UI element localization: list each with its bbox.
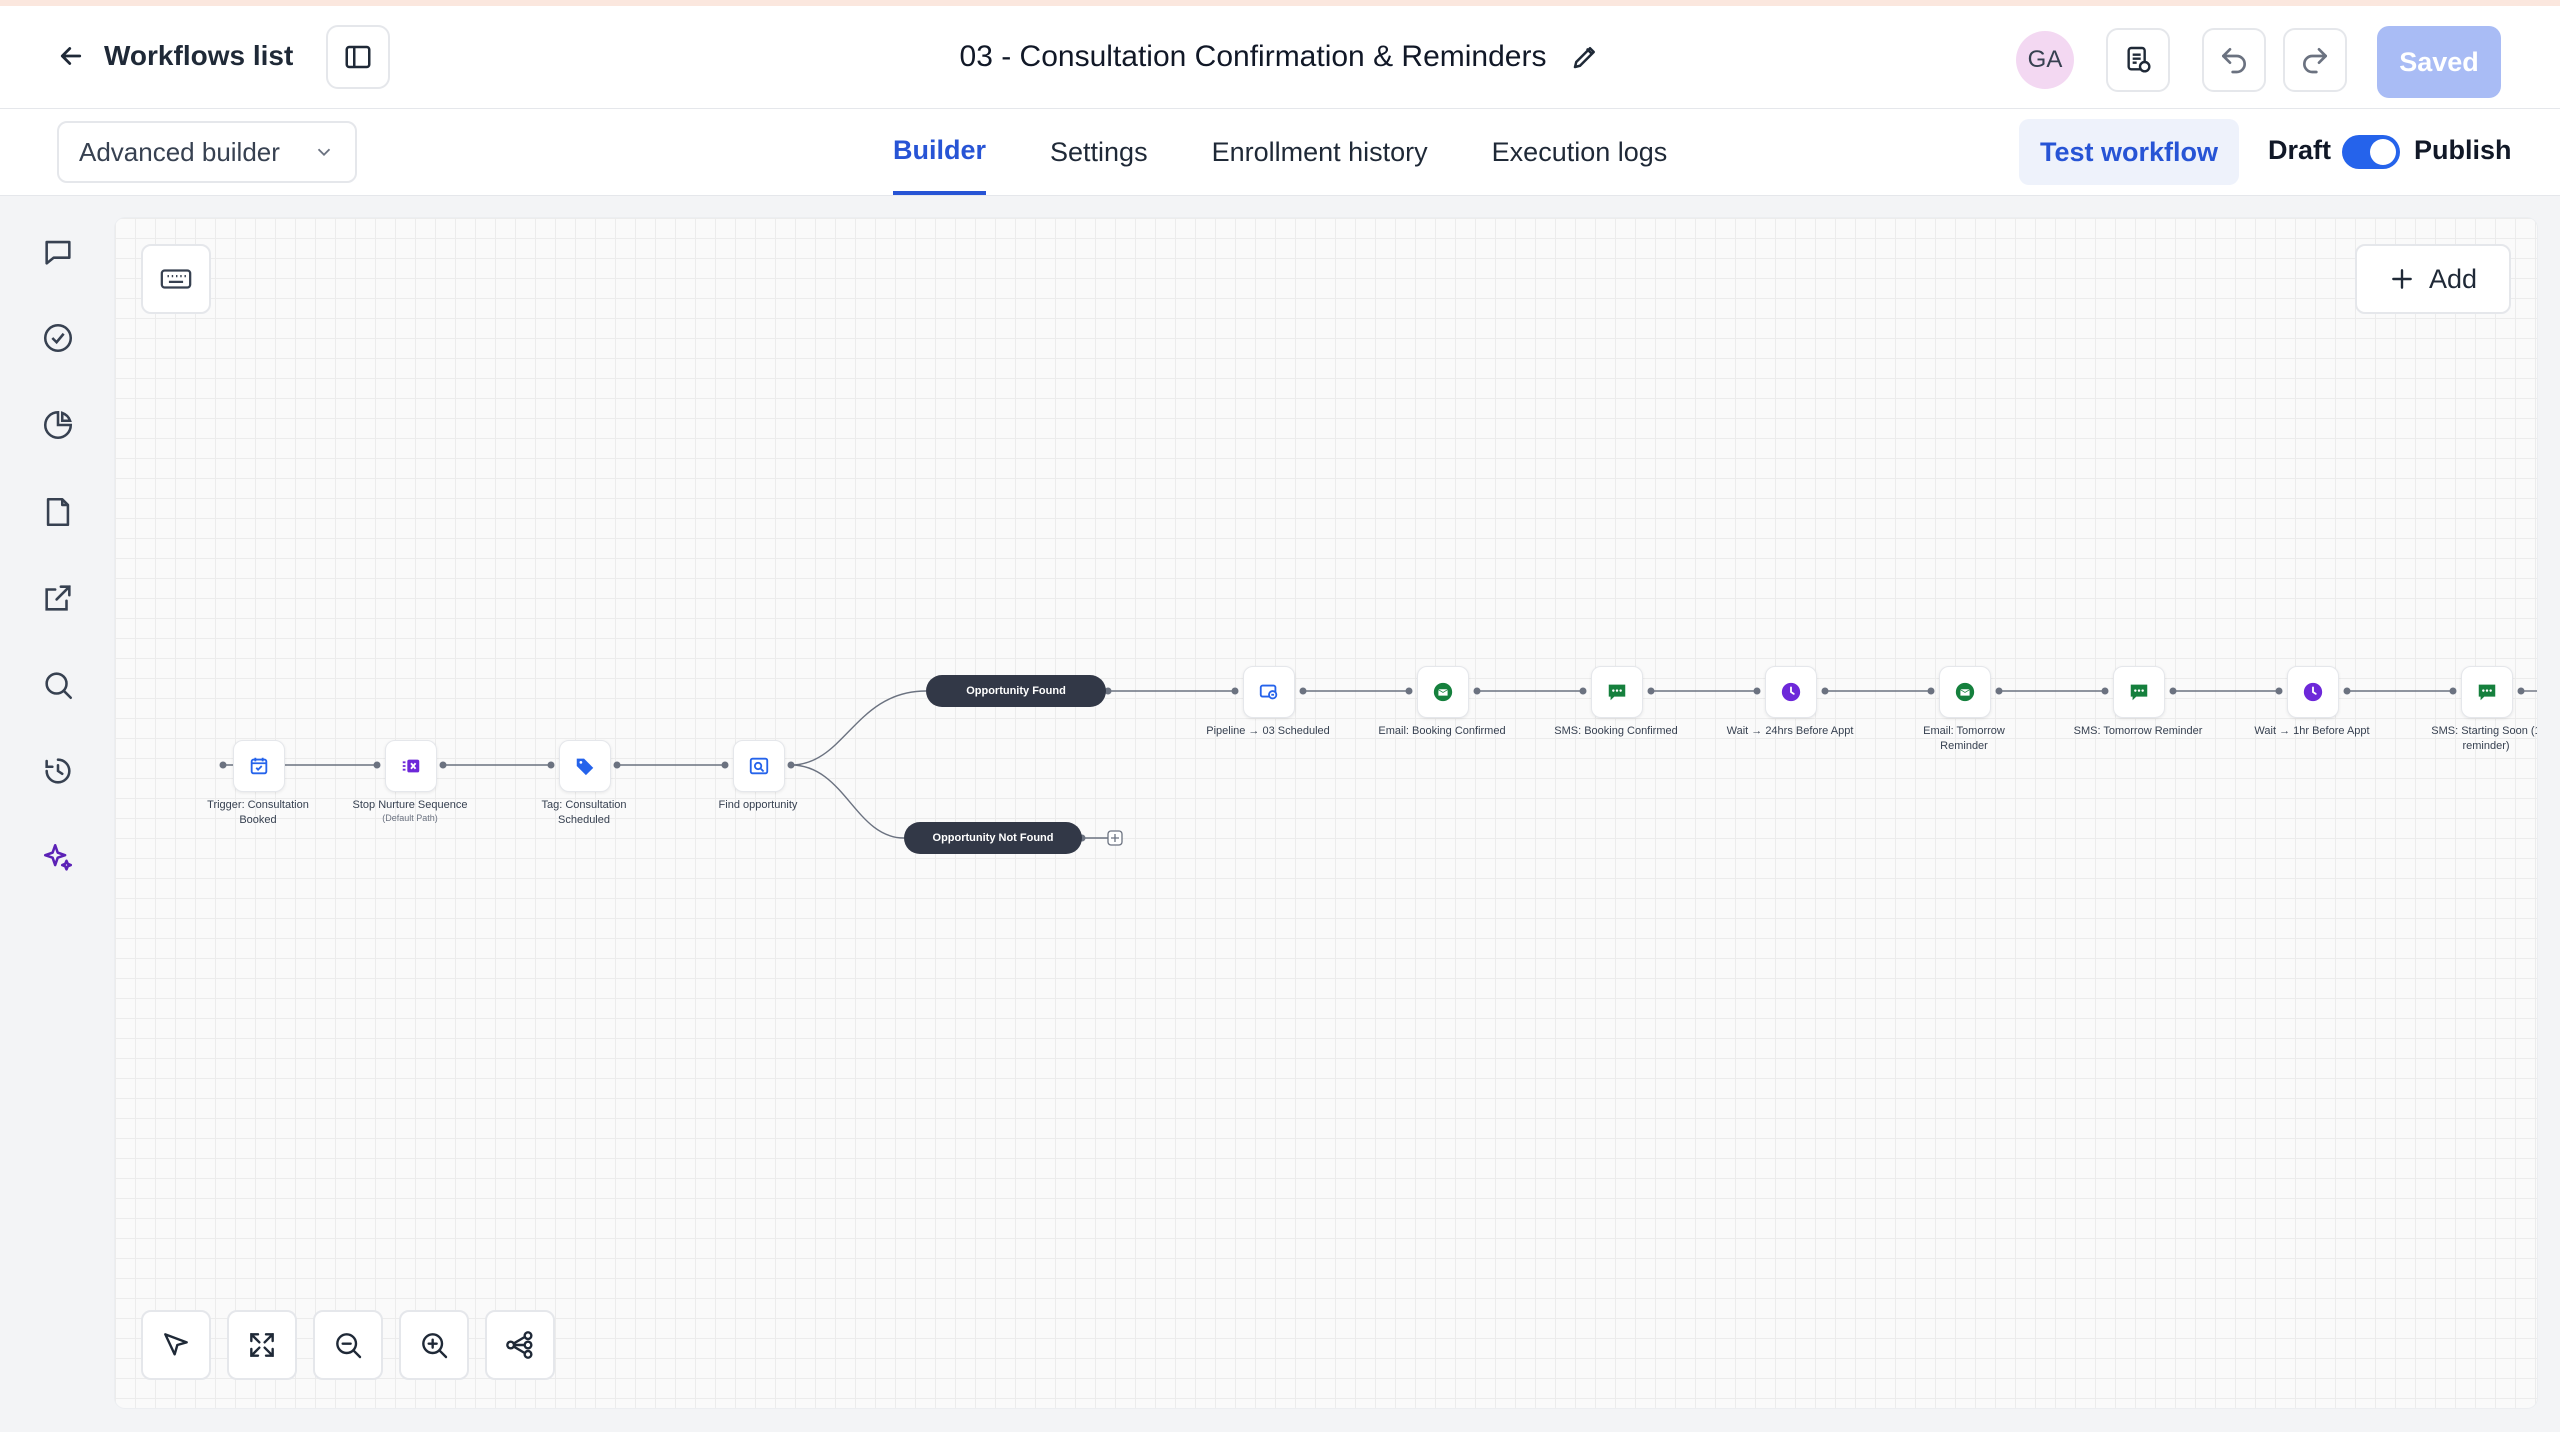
saved-button[interactable]: Saved [2377,26,2501,98]
history-icon[interactable] [38,751,78,791]
node-label: SMS: Booking Confirmed [1554,725,1678,737]
notes-button[interactable] [2106,28,2170,92]
search-box-icon [749,757,769,775]
workflow-title-area: 03 - Consultation Confirmation & Reminde… [0,40,2560,74]
sparkle-icon[interactable] [38,838,78,878]
node-sublabel: (Default Path) [382,813,438,823]
zoom-in-button[interactable] [399,1310,469,1380]
node-label: Wait → 1hr Before Appt [2254,725,2370,737]
pointer-icon [164,1333,188,1356]
node-label: Tag: Consultation Scheduled [541,799,627,826]
node-label: Email: Tomorrow Reminder [1923,725,2005,752]
redo-button[interactable] [2283,28,2347,92]
node-wait-24hrs[interactable] [1765,666,1817,718]
search-icon[interactable] [38,665,78,705]
workflow-title: 03 - Consultation Confirmation & Reminde… [959,40,1547,73]
tab-execution-logs[interactable]: Execution logs [1492,109,1668,195]
node-email-booking[interactable] [1417,666,1469,718]
node-sms-tomorrow[interactable] [2113,666,2165,718]
branch-opportunity-found[interactable]: Opportunity Found [926,675,1106,707]
left-sidebar [0,196,115,1432]
sms-icon [1608,684,1626,701]
clock-icon [1781,682,1801,702]
node-trigger[interactable] [233,740,285,792]
email-icon [1955,682,1975,702]
calendar-check-icon [250,757,268,775]
external-link-icon[interactable] [38,578,78,618]
node-label-text: Stop Nurture Sequence [352,799,468,811]
zoom-out-icon [336,1333,362,1359]
fit-view-button[interactable] [227,1310,297,1380]
node-sms-starting-soon[interactable] [2461,666,2513,718]
tab-enrollment-history[interactable]: Enrollment history [1212,109,1428,195]
node-label: Stop Nurture Sequence (Default Path) [345,798,475,823]
clock-icon [2303,682,2323,702]
flow-layout-icon [506,1331,533,1359]
check-circle-icon[interactable] [38,318,78,358]
tab-bar: Builder Settings Enrollment history Exec… [893,109,1667,195]
node-wait-1hr[interactable] [2287,666,2339,718]
undo-button[interactable] [2202,28,2266,92]
sms-icon [2130,684,2148,701]
sms-icon [2478,684,2496,701]
auto-layout-button[interactable] [485,1310,555,1380]
avatar[interactable]: GA [2016,31,2074,89]
chevron-down-icon [317,148,331,157]
node-find-opportunity[interactable] [733,740,785,792]
subheader: Advanced builder Builder Settings Enroll… [0,109,2560,196]
expand-icon [250,1333,274,1357]
publish-label: Publish [2414,135,2512,165]
workflow-canvas[interactable]: Add Trigger: Consultation Booked Stop Nu… [115,218,2537,1408]
node-label: Pipeline → 03 Scheduled [1206,725,1330,737]
node-label: Trigger: Consultation Booked [207,799,309,826]
pipeline-icon [1259,684,1278,700]
draft-label: Draft [2268,135,2332,165]
node-label: SMS: Tomorrow Reminder [2073,725,2203,737]
publish-toggle[interactable] [2342,135,2400,169]
test-workflow-button[interactable]: Test workflow [2019,119,2239,185]
node-tag[interactable] [559,740,611,792]
node-label: Find opportunity [718,799,798,811]
tag-icon [576,758,594,776]
node-label: Wait → 24hrs Before Appt [1726,725,1854,737]
pie-chart-icon[interactable] [38,405,78,445]
tab-builder[interactable]: Builder [893,109,987,195]
pencil-icon[interactable] [1570,42,1600,72]
email-icon [1433,682,1453,702]
file-icon[interactable] [38,492,78,532]
chat-icon[interactable] [38,232,78,272]
workflow-edges [219,687,2537,846]
node-stop-nurture[interactable] [385,740,437,792]
stop-sequence-icon [402,759,420,773]
node-label: Email: Booking Confirmed [1378,725,1506,737]
zoom-out-button[interactable] [313,1310,383,1380]
branch-opportunity-not-found[interactable]: Opportunity Not Found [904,822,1082,854]
redo-icon [2303,48,2327,74]
builder-mode-value: Advanced builder [79,136,280,167]
zoom-in-icon [422,1333,448,1359]
node-label: SMS: Starting Soon (1 reminder) [2431,725,2537,752]
builder-mode-select[interactable]: Advanced builder [57,121,357,183]
header: Workflows list 03 - Consultation Confirm… [0,6,2560,109]
node-pipeline[interactable] [1243,666,1295,718]
document-sync-icon [2127,46,2151,73]
node-sms-booking[interactable] [1591,666,1643,718]
select-tool-button[interactable] [141,1310,211,1380]
add-step-icon [1107,830,1123,846]
node-email-tomorrow[interactable] [1939,666,1991,718]
undo-icon [2222,48,2246,74]
tab-settings[interactable]: Settings [1050,109,1148,195]
